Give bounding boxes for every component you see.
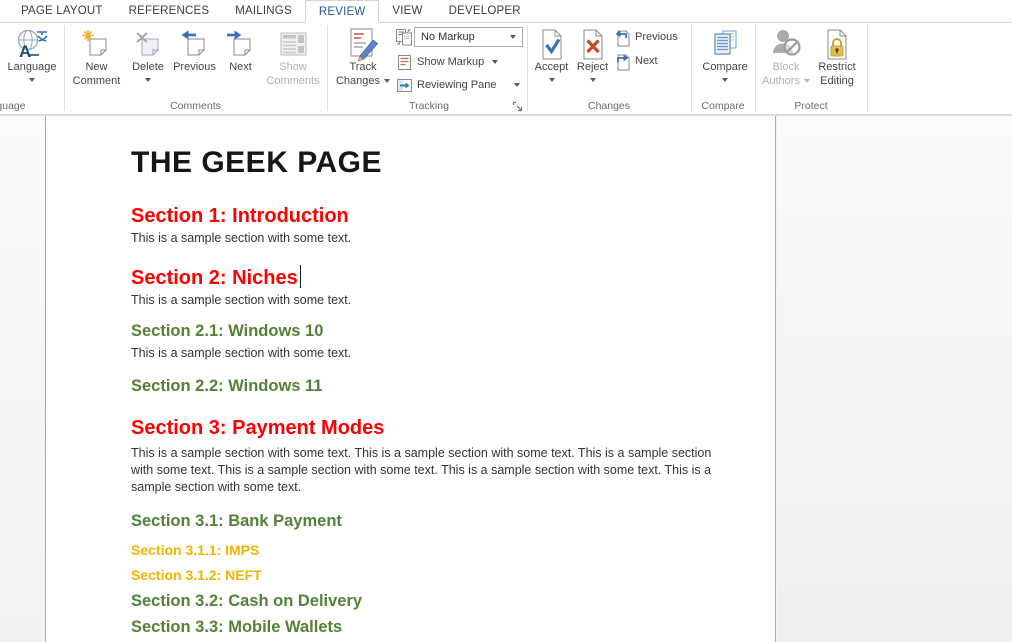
- dropdown-arrow-icon: [722, 78, 728, 82]
- show-markup-label: Show Markup: [417, 56, 484, 68]
- dropdown-arrow-icon: [384, 79, 390, 83]
- svg-text:A: A: [19, 42, 31, 61]
- doc-heading-section-3-2[interactable]: Section 3.2: Cash on Delivery: [131, 591, 731, 612]
- previous-comment-label: Previous: [173, 61, 216, 75]
- group-divider: [327, 25, 328, 111]
- next-change-label: Next: [635, 55, 658, 67]
- show-markup-button[interactable]: Show Markup: [396, 52, 498, 72]
- dropdown-arrow-icon: [514, 83, 520, 87]
- restrict-editing-label-2: Editing: [820, 75, 854, 89]
- tracking-dialog-launcher[interactable]: [512, 101, 524, 113]
- document-content: THE GEEK PAGE Section 1: Introduction Th…: [46, 116, 775, 638]
- ribbon-review: A Language guage New Comment: [0, 23, 1012, 114]
- tab-view[interactable]: VIEW: [379, 0, 435, 22]
- document-area: THE GEEK PAGE Section 1: Introduction Th…: [0, 116, 1012, 642]
- doc-heading-section-3-1-1[interactable]: Section 3.1.1: IMPS: [131, 541, 731, 560]
- ribbon-tab-bar: PAGE LAYOUT REFERENCES MAILINGS REVIEW V…: [0, 0, 1012, 23]
- comments-group-label: Comments: [64, 100, 327, 114]
- doc-heading-section-2[interactable]: Section 2: Niches: [131, 265, 731, 292]
- tab-developer[interactable]: DEVELOPER: [436, 0, 534, 22]
- reviewing-pane-label: Reviewing Pane: [417, 79, 497, 91]
- compare-label: Compare: [702, 61, 747, 75]
- block-authors-label-2: Authors: [762, 75, 810, 89]
- compare-group-label: Compare: [691, 100, 755, 114]
- dropdown-arrow-icon: [29, 78, 35, 82]
- ribbon-bottom-border: [0, 114, 1012, 116]
- tracking-group-label: Tracking: [331, 100, 527, 114]
- show-comments-label-1: Show: [279, 61, 307, 75]
- next-change-button[interactable]: Next: [613, 51, 658, 71]
- tab-review[interactable]: REVIEW: [305, 0, 380, 23]
- delete-comment-label: Delete: [132, 61, 164, 75]
- word-window: PAGE LAYOUT REFERENCES MAILINGS REVIEW V…: [0, 0, 1012, 642]
- previous-change-label: Previous: [635, 31, 678, 43]
- track-changes-icon: [346, 27, 380, 61]
- new-comment-label-1: New: [85, 61, 107, 75]
- block-authors-icon: [769, 27, 803, 61]
- track-changes-label-2: Changes: [336, 75, 390, 89]
- document-background-right: [777, 116, 1012, 642]
- previous-comment-icon: [179, 27, 210, 61]
- block-authors-label-1: Block: [773, 61, 800, 75]
- dropdown-arrow-icon: [492, 60, 498, 64]
- new-comment-label-2: Comment: [73, 75, 121, 89]
- doc-heading-section-1[interactable]: Section 1: Introduction: [131, 203, 731, 230]
- compare-icon: [709, 27, 741, 61]
- doc-body-text[interactable]: This is a sample section with some text.: [131, 230, 731, 247]
- restrict-editing-icon: [821, 27, 853, 61]
- translate-language-icon: A: [16, 27, 49, 61]
- track-changes-label-1: Track: [349, 61, 376, 75]
- dropdown-arrow-icon: [590, 78, 596, 82]
- delete-comment-icon: [133, 27, 164, 61]
- accept-label: Accept: [535, 61, 569, 75]
- dropdown-arrow-icon: [804, 79, 810, 83]
- group-divider: [755, 25, 756, 111]
- doc-body-paragraph[interactable]: This is a sample section with some text.…: [131, 445, 715, 496]
- accept-change-icon: [536, 27, 568, 61]
- changes-group-label: Changes: [528, 100, 690, 114]
- next-comment-icon: [225, 27, 256, 61]
- show-markup-icon: [396, 54, 413, 71]
- group-divider: [691, 25, 692, 111]
- doc-body-text[interactable]: This is a sample section with some text.: [131, 292, 731, 309]
- document-background-left: [0, 116, 45, 642]
- combobox-arrow-icon: [510, 35, 516, 39]
- previous-change-icon: [613, 28, 631, 47]
- text-cursor: [300, 265, 302, 288]
- show-comments-label-2: Comments: [266, 75, 319, 89]
- protect-group-label: Protect: [755, 100, 867, 114]
- document-page[interactable]: THE GEEK PAGE Section 1: Introduction Th…: [45, 116, 776, 642]
- doc-title[interactable]: THE GEEK PAGE: [131, 146, 731, 180]
- reject-change-icon: [577, 27, 609, 61]
- doc-heading-section-3[interactable]: Section 3: Payment Modes: [131, 415, 731, 442]
- group-divider: [64, 25, 65, 111]
- next-comment-label: Next: [229, 61, 252, 75]
- previous-change-button[interactable]: Previous: [613, 27, 678, 47]
- reviewing-pane-button[interactable]: Reviewing Pane: [396, 75, 522, 95]
- doc-heading-section-3-3[interactable]: Section 3.3: Mobile Wallets: [131, 617, 731, 638]
- doc-heading-section-2-2[interactable]: Section 2.2: Windows 11: [131, 376, 731, 397]
- dropdown-arrow-icon: [549, 78, 555, 82]
- language-group-label-partial: guage: [0, 100, 40, 114]
- next-change-icon: [613, 52, 631, 71]
- display-for-review-value: No Markup: [421, 31, 475, 43]
- tab-page-layout[interactable]: PAGE LAYOUT: [8, 0, 116, 22]
- restrict-editing-label-1: Restrict: [818, 61, 855, 75]
- doc-heading-section-3-1-2[interactable]: Section 3.1.2: NEFT: [131, 566, 731, 585]
- reviewing-pane-icon: [396, 77, 413, 94]
- display-for-review-combobox[interactable]: No Markup: [414, 27, 523, 47]
- group-divider: [867, 25, 868, 111]
- dropdown-arrow-icon: [145, 78, 151, 82]
- show-comments-icon: [278, 27, 309, 61]
- doc-body-text[interactable]: This is a sample section with some text.: [131, 345, 731, 362]
- doc-heading-section-3-1[interactable]: Section 3.1: Bank Payment: [131, 511, 731, 532]
- new-comment-icon: [81, 27, 112, 61]
- display-for-review-icon: [395, 27, 413, 47]
- tab-mailings[interactable]: MAILINGS: [222, 0, 305, 22]
- tab-references[interactable]: REFERENCES: [116, 0, 223, 22]
- reject-label: Reject: [577, 61, 608, 75]
- language-label: Language: [8, 61, 57, 75]
- group-divider: [527, 25, 528, 111]
- doc-heading-section-2-1[interactable]: Section 2.1: Windows 10: [131, 321, 731, 342]
